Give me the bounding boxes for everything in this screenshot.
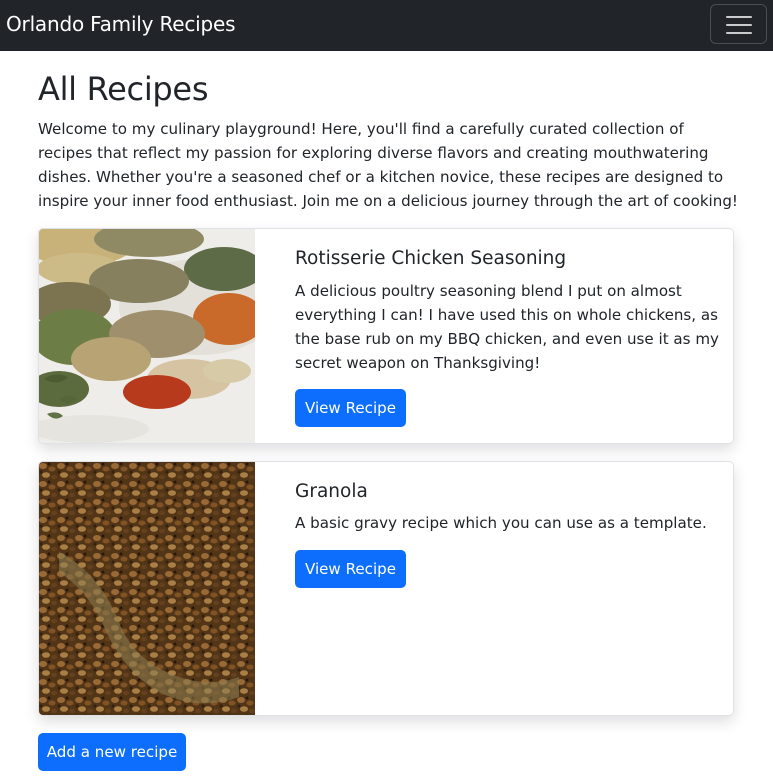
toggler-bar <box>726 16 752 18</box>
recipe-description: A delicious poultry seasoning blend I pu… <box>295 282 719 372</box>
spices-photo <box>39 229 255 443</box>
page-intro: Welcome to my culinary playground! Here,… <box>38 120 738 210</box>
page-title: All Recipes <box>38 70 209 108</box>
toggler-bar <box>726 32 752 34</box>
recipe-card: Rotisserie Chicken Seasoning A delicious… <box>38 228 734 444</box>
recipe-title: Rotisserie Chicken Seasoning <box>295 248 567 269</box>
navbar-brand[interactable]: Orlando Family Recipes <box>6 11 236 37</box>
recipe-card: Granola A basic gravy recipe which you c… <box>38 461 734 716</box>
recipe-description: A basic gravy recipe which you can use a… <box>295 514 707 532</box>
granola-photo <box>39 462 255 715</box>
view-recipe-button[interactable]: View Recipe <box>295 389 406 427</box>
recipe-title: Granola <box>295 481 368 502</box>
navbar: Orlando Family Recipes <box>0 0 773 51</box>
toggler-bar <box>726 24 752 26</box>
hamburger-menu-icon[interactable] <box>710 4 767 44</box>
view-recipe-button[interactable]: View Recipe <box>295 550 406 588</box>
add-recipe-button[interactable]: Add a new recipe <box>38 733 186 771</box>
